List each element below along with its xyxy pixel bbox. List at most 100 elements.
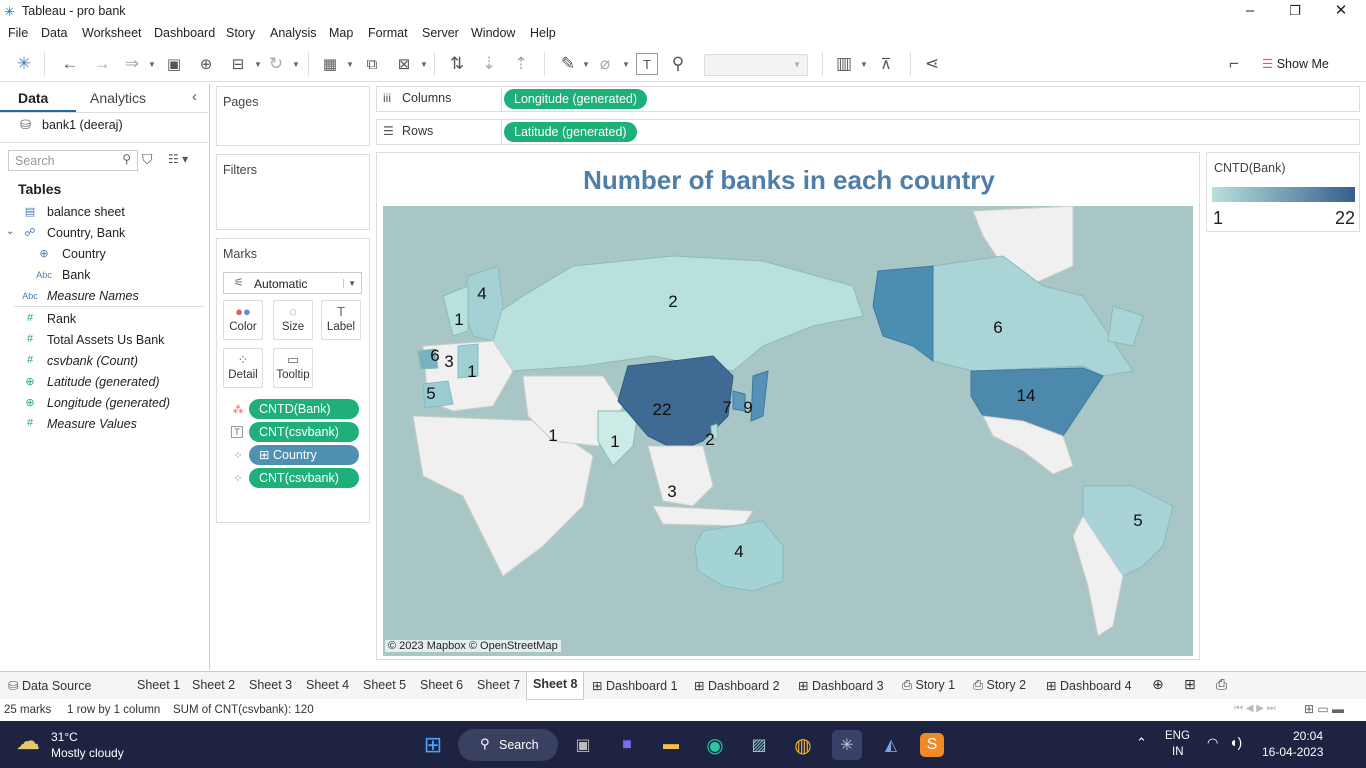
filter-icon[interactable]: ⛉	[142, 151, 153, 168]
pill-country[interactable]: ⊞ Country	[249, 445, 359, 465]
tab-sheet-8[interactable]: Sheet 8	[526, 672, 585, 700]
pages-card[interactable]: Pages	[216, 86, 370, 146]
pill-latitude[interactable]: Latitude (generated)	[504, 122, 637, 142]
taskbar-search[interactable]: ⚲ Search	[458, 729, 558, 761]
columns-shelf[interactable]: iii Columns Longitude (generated)	[376, 86, 1360, 112]
menu-format[interactable]: Format	[368, 26, 408, 40]
format-painter-icon[interactable]: ⌐	[1222, 52, 1246, 76]
task-view-icon[interactable]: ▣	[568, 730, 598, 760]
pill-longitude[interactable]: Longitude (generated)	[504, 89, 648, 109]
share-icon[interactable]: ⋖	[920, 52, 944, 76]
edge-icon[interactable]: ◉	[700, 730, 730, 760]
pill-cntd-bank[interactable]: CNTD(Bank)	[249, 399, 359, 419]
tab-analytics[interactable]: Analytics	[90, 90, 146, 106]
collapse-pane-icon[interactable]: ‹	[192, 88, 197, 105]
refresh-icon[interactable]: ↻	[264, 52, 288, 76]
tab-sheet-4[interactable]: Sheet 4	[306, 678, 349, 692]
show-me-button[interactable]: ☰ Show Me	[1262, 56, 1329, 71]
redo-icon[interactable]: →	[90, 52, 114, 76]
show-labels-icon[interactable]: T	[636, 53, 658, 75]
tab-sheet-2[interactable]: Sheet 2	[192, 678, 235, 692]
duplicate-sheet-icon[interactable]: ⧉	[360, 52, 384, 76]
chevron-up-icon[interactable]: ⌃	[1136, 735, 1147, 751]
size-button[interactable]: ◌ Size	[273, 300, 313, 340]
weather-temp[interactable]: 31°C	[51, 730, 78, 744]
tableau-taskbar-icon[interactable]: ✳	[832, 730, 862, 760]
undo-icon[interactable]: ←	[58, 52, 82, 76]
mark-type-dropdown[interactable]: ⚟ Automatic ▼	[223, 272, 362, 294]
pill-cnt-csvbank-detail[interactable]: CNT(csvbank)	[249, 468, 359, 488]
new-worksheet-tab-icon[interactable]: ⊕	[1152, 676, 1164, 693]
detail-button[interactable]: ⁘ Detail	[223, 348, 263, 388]
menu-worksheet[interactable]: Worksheet	[82, 26, 142, 40]
field-balance-sheet[interactable]: ▤ balance sheet	[0, 203, 208, 223]
volume-icon[interactable]: ◖)	[1229, 734, 1242, 750]
map-attribution[interactable]: © 2023 Mapbox © OpenStreetMap	[385, 640, 561, 652]
menu-data[interactable]: Data	[41, 26, 67, 40]
tooltip-button[interactable]: ▭ Tooltip	[273, 348, 313, 388]
field-csvbank-count[interactable]: # csvbank (Count)	[0, 352, 208, 372]
sort-ascending-icon[interactable]: ⇣	[477, 52, 501, 76]
map[interactable]: 2 4 1 6 3 1 5 1 1 22 2 7 9 3 4 6 14 5 © …	[383, 206, 1193, 656]
new-worksheet-icon[interactable]: ▦	[318, 52, 342, 76]
new-datasource-icon[interactable]: ⊕	[194, 52, 218, 76]
lang-2[interactable]: IN	[1172, 746, 1184, 758]
tab-story-2[interactable]: ⎙ Story 2	[973, 678, 1026, 693]
lang-1[interactable]: ENG	[1165, 730, 1190, 742]
tab-sheet-7[interactable]: Sheet 7	[477, 678, 520, 692]
datasource-name[interactable]: bank1 (deeraj)	[42, 118, 123, 132]
weather-desc[interactable]: Mostly cloudy	[51, 746, 124, 760]
filters-card[interactable]: Filters	[216, 154, 370, 230]
tableau-home-icon[interactable]: ✳	[12, 52, 36, 76]
presentation-icon[interactable]: ▥	[832, 52, 856, 76]
tab-dashboard-1[interactable]: ⊞ Dashboard 1	[592, 678, 678, 693]
field-country[interactable]: ⊕ Country	[0, 245, 208, 265]
pin-icon[interactable]: ⚲	[666, 52, 690, 76]
windows-start-icon[interactable]: ⊞	[418, 730, 448, 760]
replay-icon[interactable]: ⇒	[120, 52, 144, 76]
menu-help[interactable]: Help	[530, 26, 556, 40]
menu-analysis[interactable]: Analysis	[270, 26, 317, 40]
file-explorer-icon[interactable]: ▬	[656, 730, 686, 760]
field-latitude[interactable]: ⊕ Latitude (generated)	[0, 373, 208, 393]
tab-sheet-5[interactable]: Sheet 5	[363, 678, 406, 692]
new-dashboard-tab-icon[interactable]: ⊞	[1184, 676, 1196, 693]
fit-dropdown[interactable]: ▼	[704, 54, 808, 76]
field-country-bank[interactable]: ⌄ ☍ Country, Bank	[0, 224, 208, 244]
teams-icon[interactable]: ■	[612, 730, 642, 760]
field-rank[interactable]: # Rank	[0, 310, 208, 330]
tab-story-1[interactable]: ⎙ Story 1	[902, 678, 955, 693]
menu-story[interactable]: Story	[226, 26, 255, 40]
rows-shelf[interactable]: ☰ Rows Latitude (generated)	[376, 119, 1360, 145]
menu-file[interactable]: File	[8, 26, 28, 40]
wifi-icon[interactable]: ◠	[1207, 735, 1218, 751]
tab-sheet-1[interactable]: Sheet 1	[137, 678, 180, 692]
tab-data-source[interactable]: ⛁ Data Source	[8, 678, 91, 693]
field-measure-values[interactable]: # Measure Values	[0, 415, 208, 435]
tab-dashboard-2[interactable]: ⊞ Dashboard 2	[694, 678, 780, 693]
view-list-icon[interactable]: ☷ ▾	[168, 152, 188, 166]
menu-dashboard[interactable]: Dashboard	[154, 26, 215, 40]
view-layout-icons[interactable]: ⊞ ▭ ▬	[1304, 702, 1344, 716]
field-total-assets[interactable]: # Total Assets Us Bank	[0, 331, 208, 351]
expand-icon[interactable]: ⊞	[259, 448, 269, 462]
field-measure-names[interactable]: Abc Measure Names	[0, 287, 208, 307]
new-story-tab-icon[interactable]: ⎙	[1216, 676, 1227, 693]
clock-date[interactable]: 16-04-2023	[1262, 745, 1323, 759]
swap-icon[interactable]: ⇅	[445, 52, 469, 76]
chrome-icon[interactable]: ◍	[788, 730, 818, 760]
weather-icon[interactable]: ☁	[16, 727, 40, 756]
pill-cnt-csvbank[interactable]: CNT(csvbank)	[249, 422, 359, 442]
clear-sheet-icon[interactable]: ⊠	[392, 52, 416, 76]
mysql-icon[interactable]: ◭	[876, 730, 906, 760]
field-longitude[interactable]: ⊕ Longitude (generated)	[0, 394, 208, 414]
menu-server[interactable]: Server	[422, 26, 459, 40]
label-button[interactable]: T Label	[321, 300, 361, 340]
tab-nav-icons[interactable]: ⏮ ◀ ▶ ⏭	[1234, 703, 1276, 714]
field-bank[interactable]: Abc Bank	[0, 266, 208, 286]
present-mode-icon[interactable]: ⊼	[874, 52, 898, 76]
clock-time[interactable]: 20:04	[1293, 729, 1323, 743]
minimize-button[interactable]: –	[1227, 0, 1273, 24]
tab-sheet-3[interactable]: Sheet 3	[249, 678, 292, 692]
color-legend[interactable]: CNTD(Bank) 1 22	[1206, 152, 1360, 232]
